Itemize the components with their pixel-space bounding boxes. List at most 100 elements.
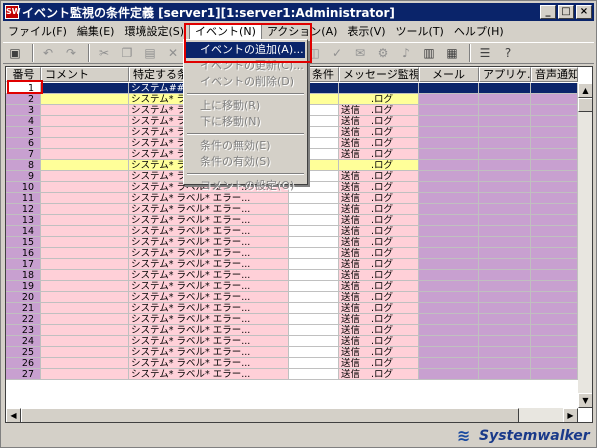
col-header-voice[interactable]: 音声通知 <box>531 67 578 82</box>
row-cond <box>289 204 339 215</box>
row-app <box>479 226 531 237</box>
horizontal-scroll-thumb[interactable] <box>21 408 519 422</box>
row-cond <box>289 215 339 226</box>
undo-icon[interactable]: ↶ <box>38 44 58 62</box>
toolbar-separator <box>32 44 34 62</box>
row-voice <box>531 248 578 259</box>
event-menu-item[interactable]: 条件の有効(S) <box>186 154 305 170</box>
cut-icon[interactable]: ✂ <box>94 44 114 62</box>
paste-icon[interactable]: ▤ <box>140 44 160 62</box>
table-row[interactable]: 12 システム* ラベル* エラー... 送信 .ログ <box>6 204 578 215</box>
col-header-app[interactable]: アプリケ... <box>479 67 531 82</box>
menu-action[interactable]: アクション(A) <box>262 23 343 40</box>
row-cond <box>289 226 339 237</box>
col-header-number[interactable]: 番号 <box>6 67 41 82</box>
row-mail <box>419 281 479 292</box>
scroll-down-icon[interactable]: ▼ <box>578 393 592 408</box>
table-row[interactable]: 16 システム* ラベル* エラー... 送信 .ログ <box>6 248 578 259</box>
scroll-up-icon[interactable]: ▲ <box>578 83 592 98</box>
row-message-log: .ログ <box>371 347 394 358</box>
vertical-scroll-thumb[interactable] <box>578 98 592 112</box>
row-number: 23 <box>6 325 41 336</box>
row-cond <box>289 193 339 204</box>
redo-icon[interactable]: ↷ <box>61 44 81 62</box>
table-row[interactable]: 14 システム* ラベル* エラー... 送信 .ログ <box>6 226 578 237</box>
event-menu-item[interactable]: コメントの設定(O) <box>186 178 305 194</box>
table-row[interactable]: 23 システム* ラベル* エラー... 送信 .ログ <box>6 325 578 336</box>
environment-icon[interactable]: ▦ <box>442 44 462 62</box>
row-condition: システム* ラベル* エラー... <box>129 303 289 314</box>
col-header-comment[interactable]: コメント <box>41 67 129 82</box>
row-app <box>479 303 531 314</box>
toolbar-separator <box>88 44 90 62</box>
close-button[interactable]: × <box>576 5 592 19</box>
table-row[interactable]: 24 システム* ラベル* エラー... 送信 .ログ <box>6 336 578 347</box>
menu-file[interactable]: ファイル(F) <box>3 23 72 40</box>
event-menu-item[interactable]: 条件の無効(E) <box>186 138 305 154</box>
delete-icon[interactable]: ✕ <box>163 44 183 62</box>
maximize-button[interactable]: □ <box>558 5 574 19</box>
table-row[interactable]: 26 システム* ラベル* エラー... 送信 .ログ <box>6 358 578 369</box>
table-row[interactable]: 18 システム* ラベル* エラー... 送信 .ログ <box>6 270 578 281</box>
toolbar-separator <box>469 44 471 62</box>
row-message-log: .ログ <box>371 358 394 369</box>
menu-event[interactable]: イベント(N) <box>189 22 262 40</box>
row-message: 送信 .ログ <box>339 127 419 138</box>
col-header-message[interactable]: メッセージ監視 <box>339 67 419 82</box>
table-row[interactable]: 17 システム* ラベル* エラー... 送信 .ログ <box>6 259 578 270</box>
row-message-send: 送信 <box>341 325 361 336</box>
menubar: ファイル(F) 編集(E) 環境設定(S) イベント(N) アクション(A) 表… <box>3 22 594 40</box>
row-voice <box>531 204 578 215</box>
event-menu-item[interactable]: イベントの更新(C)... <box>186 58 305 74</box>
mail-icon[interactable]: ✉ <box>350 44 370 62</box>
menu-edit[interactable]: 編集(E) <box>72 23 120 40</box>
title-bar[interactable]: SW イベント監視の条件定義 [server1][1:server1:Admin… <box>3 3 594 21</box>
vertical-scrollbar[interactable]: ▲ ▼ <box>578 83 592 408</box>
save-icon[interactable]: ▣ <box>5 44 25 62</box>
action-icon[interactable]: ⚙ <box>373 44 393 62</box>
table-row[interactable]: 11 システム* ラベル* エラー... 送信 .ログ <box>6 193 578 204</box>
list-icon[interactable]: ☰ <box>475 44 495 62</box>
check-icon[interactable]: ✓ <box>327 44 347 62</box>
table-row[interactable]: 27 システム* ラベル* エラー... 送信 .ログ <box>6 369 578 380</box>
row-cond <box>289 270 339 281</box>
table-row[interactable]: 15 システム* ラベル* エラー... 送信 .ログ <box>6 237 578 248</box>
menu-settings[interactable]: 環境設定(S) <box>119 23 189 40</box>
row-condition: システム* ラベル* エラー... <box>129 369 289 380</box>
menu-view[interactable]: 表示(V) <box>342 23 390 40</box>
menu-tools[interactable]: ツール(T) <box>391 23 449 40</box>
help-icon[interactable]: ? <box>498 44 518 62</box>
filter-icon[interactable]: ▥ <box>419 44 439 62</box>
row-message: 送信 .ログ <box>339 116 419 127</box>
row-app <box>479 314 531 325</box>
scroll-right-icon[interactable]: ▶ <box>563 408 578 422</box>
col-header-mail[interactable]: メール <box>419 67 479 82</box>
event-menu-item[interactable]: 上に移動(R) <box>186 98 305 114</box>
row-number: 27 <box>6 369 41 380</box>
table-row[interactable]: 13 システム* ラベル* エラー... 送信 .ログ <box>6 215 578 226</box>
row-comment <box>41 215 129 226</box>
minimize-button[interactable]: _ <box>540 5 556 19</box>
table-row[interactable]: 19 システム* ラベル* エラー... 送信 .ログ <box>6 281 578 292</box>
table-row[interactable]: 20 システム* ラベル* エラー... 送信 .ログ <box>6 292 578 303</box>
horizontal-scrollbar[interactable]: ◀ ▶ <box>6 408 578 422</box>
menu-help[interactable]: ヘルプ(H) <box>449 23 509 40</box>
row-cond <box>289 358 339 369</box>
event-menu-item[interactable]: イベントの削除(D) <box>186 74 305 90</box>
row-condition: システム* ラベル* エラー... <box>129 215 289 226</box>
sound-icon[interactable]: ♪ <box>396 44 416 62</box>
copy-icon[interactable]: ❐ <box>117 44 137 62</box>
event-menu-item[interactable]: 下に移動(N) <box>186 114 305 130</box>
row-message-log: .ログ <box>371 171 394 182</box>
row-app <box>479 160 531 171</box>
table-row[interactable]: 22 システム* ラベル* エラー... 送信 .ログ <box>6 314 578 325</box>
row-message-send: 送信 <box>341 149 361 160</box>
event-menu-item[interactable]: イベントの追加(A)... <box>186 42 305 58</box>
row-message: 送信 .ログ <box>339 193 419 204</box>
table-row[interactable]: 21 システム* ラベル* エラー... 送信 .ログ <box>6 303 578 314</box>
table-row[interactable]: 25 システム* ラベル* エラー... 送信 .ログ <box>6 347 578 358</box>
scroll-left-icon[interactable]: ◀ <box>6 408 21 422</box>
row-message-log: .ログ <box>371 270 394 281</box>
app-icon[interactable]: SW <box>5 5 21 19</box>
row-message: 送信 .ログ <box>339 314 419 325</box>
